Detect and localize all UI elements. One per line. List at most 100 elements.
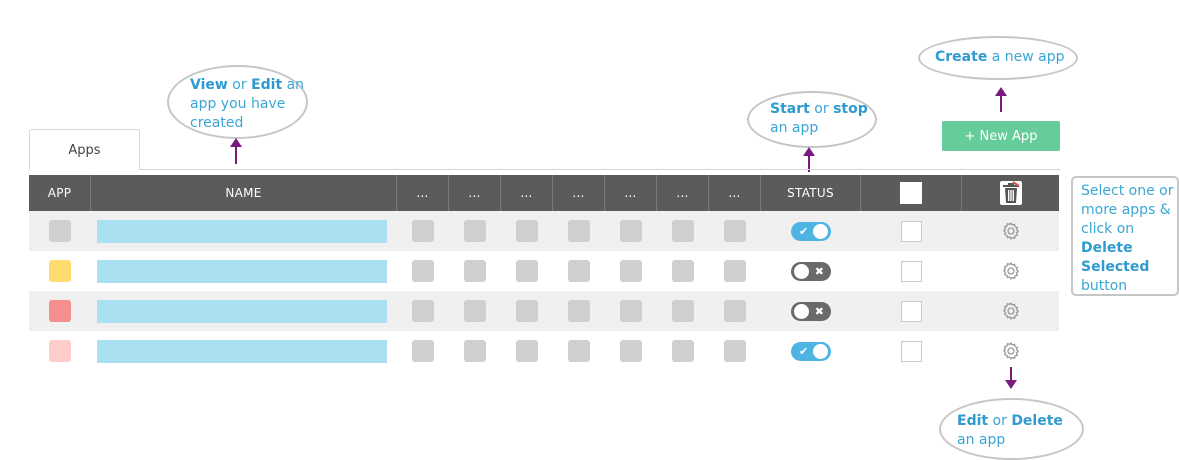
col-header-extra-7: ... — [709, 175, 761, 211]
extra-cell — [709, 251, 761, 291]
col-header-status: STATUS — [761, 175, 861, 211]
row-select-checkbox[interactable] — [901, 300, 922, 322]
table-body: ✔ ✖ ✖ ✔ — [29, 211, 1059, 371]
status-cell: ✔ — [761, 211, 861, 251]
note-start-strong-2: stop — [833, 101, 868, 117]
check-icon: ✔ — [799, 344, 809, 358]
placeholder-value — [672, 220, 694, 242]
extra-cell — [605, 331, 657, 371]
status-toggle[interactable]: ✖ — [791, 261, 831, 281]
status-toggle[interactable]: ✖ — [791, 301, 831, 321]
placeholder-value — [672, 340, 694, 362]
extra-cell — [605, 251, 657, 291]
status-toggle[interactable]: ✔ — [791, 221, 831, 241]
placeholder-value — [412, 220, 434, 242]
extra-cell — [449, 331, 501, 371]
col-header-select — [861, 175, 962, 211]
placeholder-value — [412, 340, 434, 362]
placeholder-value — [464, 260, 486, 282]
placeholder-value — [724, 340, 746, 362]
placeholder-value — [568, 220, 590, 242]
settings-cell — [962, 291, 1059, 331]
toggle-knob — [794, 263, 809, 279]
note-delete-selected: Select one or more apps & click on Delet… — [1071, 176, 1179, 296]
trash-icon[interactable] — [999, 180, 1023, 206]
select-all-checkbox[interactable] — [900, 182, 922, 204]
extra-cell — [709, 211, 761, 251]
toggle-knob — [813, 343, 828, 359]
app-name-link[interactable] — [97, 259, 387, 283]
app-color-swatch — [49, 340, 71, 362]
extra-cell — [605, 211, 657, 251]
gear-icon[interactable] — [1001, 261, 1021, 281]
gear-icon[interactable] — [1001, 301, 1021, 321]
extra-cell — [397, 251, 449, 291]
note-view-edit-text-1: or — [227, 77, 252, 93]
note-start-text-1: or — [809, 101, 834, 117]
extra-cell — [501, 211, 553, 251]
extra-cell — [553, 251, 605, 291]
placeholder-value — [620, 260, 642, 282]
settings-cell — [962, 211, 1059, 251]
col-header-name: NAME — [91, 175, 397, 211]
col-header-app: APP — [29, 175, 91, 211]
arrow-from-settings — [1005, 367, 1017, 389]
placeholder-value — [412, 260, 434, 282]
row-select-checkbox[interactable] — [901, 260, 922, 282]
placeholder-value — [724, 260, 746, 282]
placeholder-value — [464, 220, 486, 242]
extra-cell — [501, 291, 553, 331]
extra-cell — [449, 251, 501, 291]
new-app-button[interactable]: + New App — [942, 121, 1060, 151]
app-cell — [29, 291, 91, 331]
select-cell — [861, 251, 962, 291]
col-header-extra-2: ... — [449, 175, 501, 211]
gear-icon[interactable] — [1001, 341, 1021, 361]
extra-cell — [605, 291, 657, 331]
arrow-to-new-app — [995, 87, 1007, 112]
note-edit-strong-1: Edit — [957, 413, 989, 429]
apps-table: APP NAME ... ... ... ... ... ... ... STA… — [29, 175, 1059, 371]
app-name-link[interactable] — [97, 339, 387, 363]
app-cell — [29, 331, 91, 371]
name-cell — [91, 251, 397, 291]
x-icon: ✖ — [814, 304, 824, 318]
x-icon: ✖ — [814, 264, 824, 278]
note-select-text-1: Select one or more apps & click on — [1081, 183, 1174, 237]
app-cell — [29, 251, 91, 291]
row-select-checkbox[interactable] — [901, 340, 922, 362]
select-cell — [861, 211, 962, 251]
placeholder-value — [516, 220, 538, 242]
note-edit-delete: Edit or Delete an app — [939, 398, 1084, 460]
note-create-text: a new app — [987, 49, 1065, 65]
extra-cell — [449, 291, 501, 331]
placeholder-value — [672, 300, 694, 322]
extra-cell — [501, 251, 553, 291]
note-edit-strong-2: Delete — [1011, 413, 1063, 429]
note-edit-text-1: or — [988, 413, 1012, 429]
note-start-stop: Start or stop an app — [747, 91, 877, 148]
note-create: Create a new app — [918, 36, 1078, 80]
status-cell: ✔ — [761, 331, 861, 371]
app-color-swatch — [49, 260, 71, 282]
extra-cell — [709, 331, 761, 371]
placeholder-value — [620, 220, 642, 242]
extra-cell — [397, 211, 449, 251]
extra-cell — [449, 211, 501, 251]
status-toggle[interactable]: ✔ — [791, 341, 831, 361]
note-view-edit-strong-2: Edit — [251, 77, 283, 93]
placeholder-value — [724, 300, 746, 322]
tab-apps[interactable]: Apps — [29, 129, 140, 170]
row-select-checkbox[interactable] — [901, 220, 922, 242]
name-cell — [91, 331, 397, 371]
note-view-edit-strong-1: View — [190, 77, 228, 93]
app-name-link[interactable] — [97, 219, 387, 243]
extra-cell — [657, 331, 709, 371]
extra-cell — [397, 291, 449, 331]
note-select-text-2: button — [1081, 278, 1128, 294]
app-name-link[interactable] — [97, 299, 387, 323]
gear-icon[interactable] — [1001, 221, 1021, 241]
note-edit-text-2: an app — [957, 432, 1006, 448]
extra-cell — [553, 291, 605, 331]
tab-divider — [29, 169, 1060, 170]
